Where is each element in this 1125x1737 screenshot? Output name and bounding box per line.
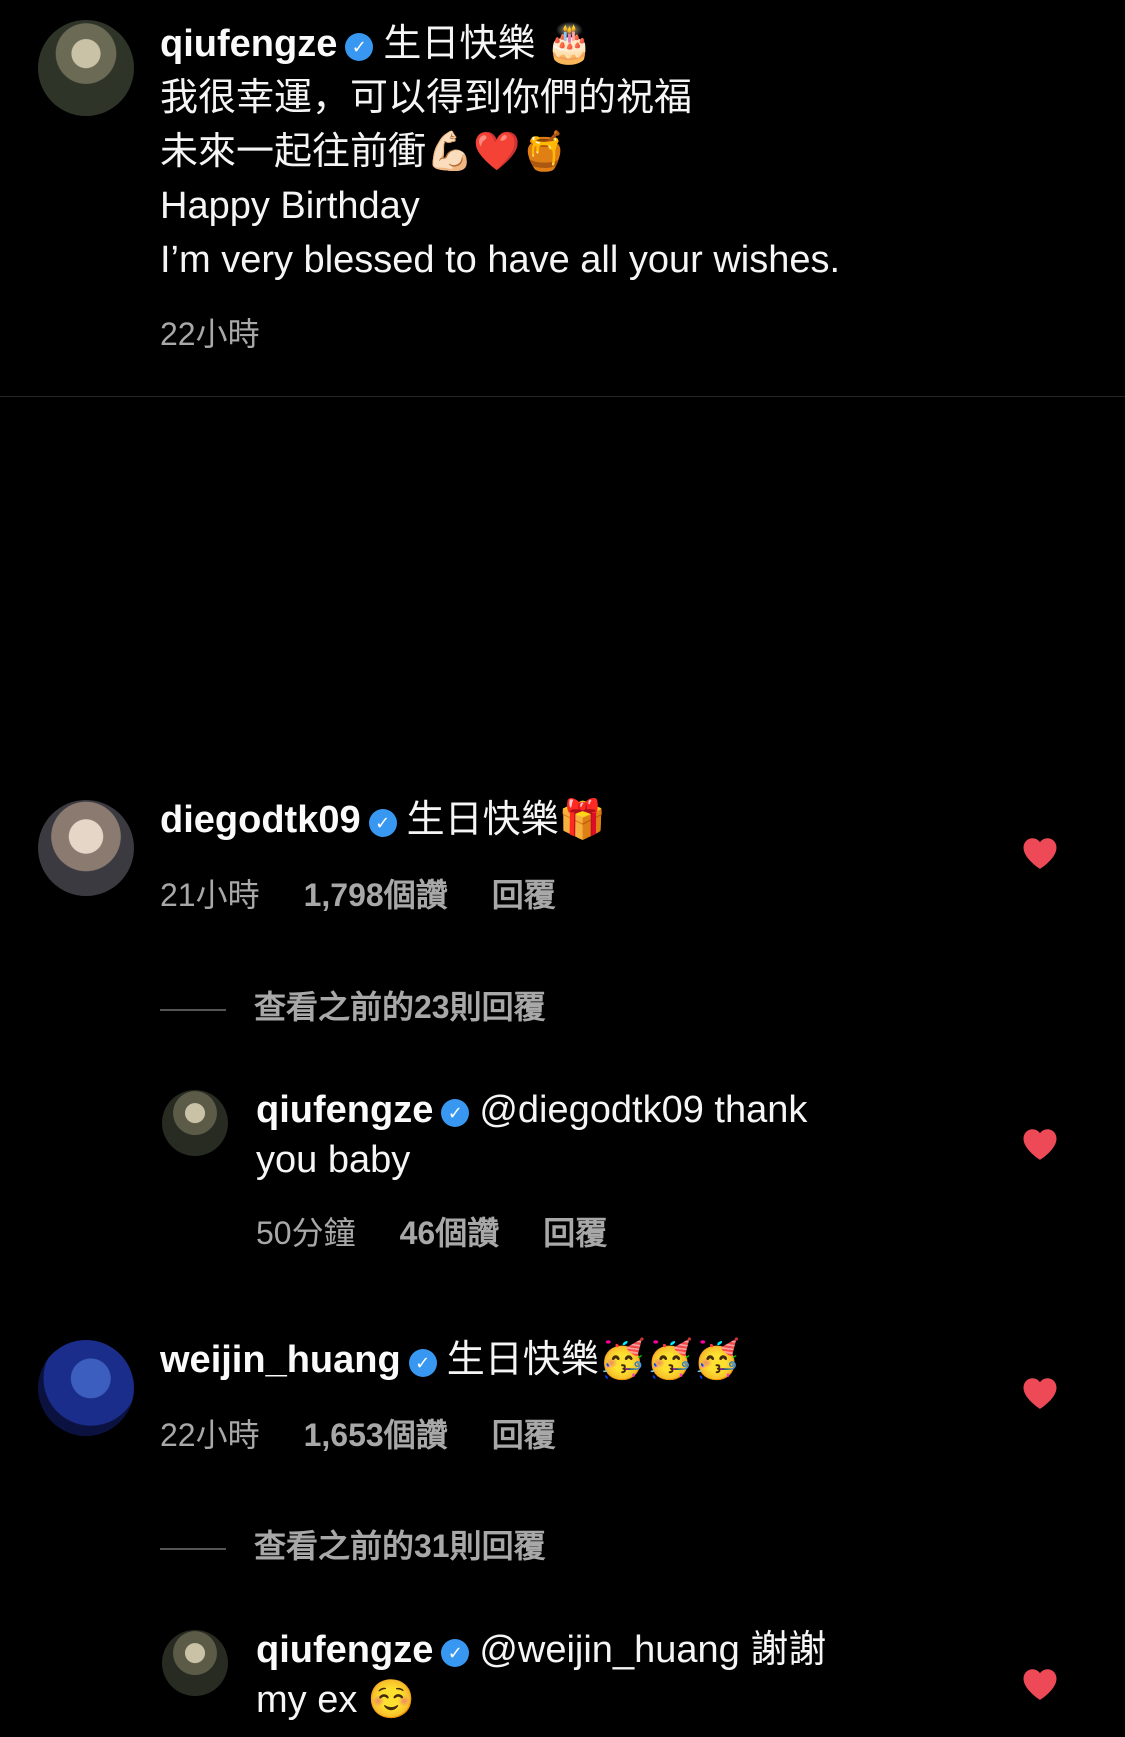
- verified-badge-icon: ✓: [441, 1099, 470, 1127]
- view-replies-2[interactable]: 查看之前的31則回覆: [160, 1521, 546, 1567]
- avatar-qiufengze-reply-2[interactable]: [162, 1630, 228, 1696]
- reply-1-text-1: @diegodtk09 thank: [479, 1089, 808, 1131]
- caption-line-3: 未來一起往前衝💪🏻❤️🍯: [160, 131, 568, 173]
- dash-icon: [160, 1547, 226, 1550]
- view-replies-1-label[interactable]: 查看之前的23則回覆: [254, 989, 546, 1025]
- comment-1-likes[interactable]: 1,798個讚: [304, 877, 448, 913]
- avatar-diegodtk09[interactable]: [38, 800, 134, 896]
- comment-2-line: weijin_huang ✓ 生日快樂🥳🥳🥳: [160, 1336, 741, 1384]
- heart-icon[interactable]: [1022, 1127, 1058, 1161]
- view-replies-1[interactable]: 查看之前的23則回覆: [160, 982, 546, 1028]
- heart-icon[interactable]: [1022, 1376, 1058, 1410]
- comment-1-meta: 21小時 1,798個讚 回覆: [160, 870, 600, 916]
- reply-2-text-1: @weijin_huang 謝謝: [479, 1629, 827, 1671]
- avatar-qiufengze[interactable]: [38, 20, 134, 116]
- verified-badge-icon: ✓: [441, 1639, 470, 1667]
- reply-2-text-2: my ex ☺️: [256, 1679, 416, 1721]
- caption-meta: 22小時: [160, 309, 304, 355]
- reply-1-line-1: qiufengze ✓ @diegodtk09 thank: [256, 1086, 807, 1134]
- comment-2-meta: 22小時 1,653個讚 回覆: [160, 1410, 600, 1456]
- reply-2-username[interactable]: qiufengze: [256, 1629, 433, 1671]
- section-divider: [0, 396, 1125, 397]
- reply-1-likes[interactable]: 46個讚: [400, 1215, 500, 1251]
- comment-2-username[interactable]: weijin_huang: [160, 1339, 401, 1381]
- caption-line-5: I’m very blessed to have all your wishes…: [160, 239, 841, 281]
- reply-1-time: 50分鐘: [256, 1215, 356, 1251]
- comment-2-likes[interactable]: 1,653個讚: [304, 1417, 448, 1453]
- verified-badge-icon: ✓: [408, 1349, 437, 1377]
- reply-1-text-2: you baby: [256, 1139, 411, 1181]
- caption-line-1: qiufengze ✓ 生日快樂 🎂: [160, 20, 593, 68]
- dash-icon: [160, 1008, 226, 1011]
- caption-line-2: 我很幸運，可以得到你們的祝福: [160, 77, 693, 119]
- verified-badge-icon: ✓: [345, 33, 374, 61]
- caption-text-1: 生日快樂 🎂: [383, 23, 594, 65]
- heart-icon[interactable]: [1022, 836, 1058, 870]
- comment-2-text: 生日快樂🥳🥳🥳: [446, 1339, 741, 1381]
- caption-username[interactable]: qiufengze: [160, 23, 337, 65]
- view-replies-2-label[interactable]: 查看之前的31則回覆: [254, 1528, 546, 1564]
- reply-2-line-1: qiufengze ✓ @weijin_huang 謝謝: [256, 1626, 826, 1674]
- comment-1-line: diegodtk09 ✓ 生日快樂🎁: [160, 796, 606, 844]
- caption-time: 22小時: [160, 316, 260, 352]
- caption-line-4: Happy Birthday: [160, 185, 420, 227]
- comment-1-text: 生日快樂🎁: [406, 799, 606, 841]
- comment-1-time: 21小時: [160, 877, 260, 913]
- heart-icon[interactable]: [1022, 1667, 1058, 1701]
- comment-1-reply-button[interactable]: 回覆: [492, 877, 556, 913]
- reply-1-reply-button[interactable]: 回覆: [543, 1215, 607, 1251]
- comment-2-reply-button[interactable]: 回覆: [492, 1417, 556, 1453]
- avatar-weijin-huang[interactable]: [38, 1340, 134, 1436]
- comment-1-username[interactable]: diegodtk09: [160, 799, 361, 841]
- avatar-qiufengze-reply-1[interactable]: [162, 1090, 228, 1156]
- reply-1-meta: 50分鐘 46個讚 回覆: [256, 1208, 651, 1254]
- verified-badge-icon: ✓: [368, 809, 397, 837]
- reply-1-username[interactable]: qiufengze: [256, 1089, 433, 1131]
- comment-2-time: 22小時: [160, 1417, 260, 1453]
